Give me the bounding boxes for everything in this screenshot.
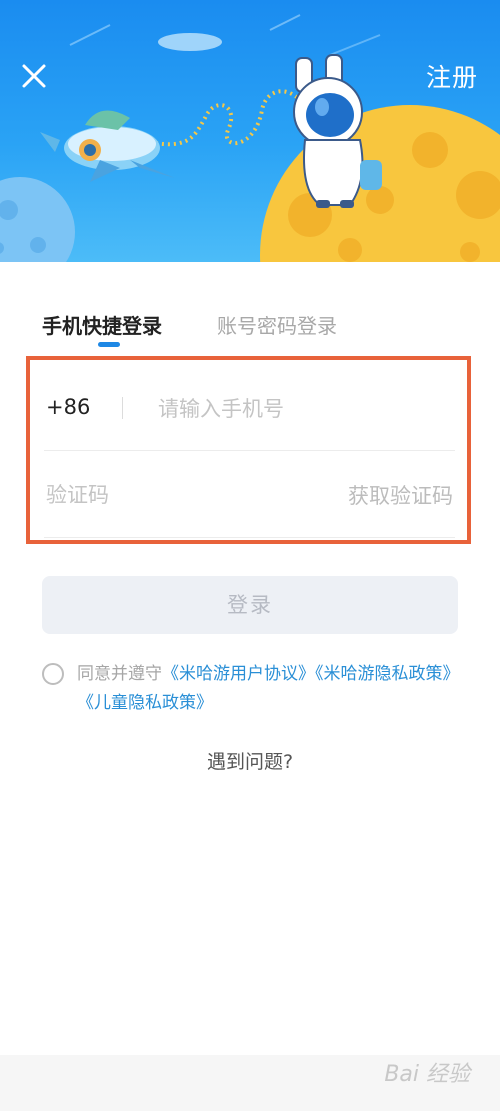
phone-row: +86 xyxy=(44,364,455,451)
spaceship-icon xyxy=(40,110,175,182)
watermark: Bai 经验 xyxy=(384,1062,470,1087)
user-agreement-link[interactable]: 《米哈游用户协议》 xyxy=(162,664,315,684)
verification-code-input[interactable] xyxy=(46,480,226,510)
agreement-checkbox[interactable] xyxy=(42,663,64,685)
space-scene-illustration xyxy=(0,14,500,262)
active-tab-indicator xyxy=(98,342,120,347)
divider xyxy=(122,397,123,419)
register-button[interactable]: 注册 xyxy=(426,58,478,94)
header-illustration: 注册 xyxy=(0,0,500,262)
login-button[interactable]: 登录 xyxy=(42,576,458,634)
login-page: 注册 手机快捷登录 账号密码登录 +86 获取验证码 登录 同意并遵守《米哈游用… xyxy=(0,0,500,1111)
country-code-selector[interactable]: +86 xyxy=(46,395,90,419)
get-code-button[interactable]: 获取验证码 xyxy=(348,480,453,510)
close-icon xyxy=(22,64,46,88)
agreement-text: 同意并遵守《米哈游用户协议》《米哈游隐私政策》《儿童隐私政策》 xyxy=(77,660,467,718)
help-link[interactable]: 遇到问题? xyxy=(0,747,500,774)
privacy-policy-link[interactable]: 《米哈游隐私政策》 xyxy=(315,664,460,684)
login-form-highlight: +86 获取验证码 xyxy=(26,356,471,544)
tab-phone-quick-login[interactable]: 手机快捷登录 xyxy=(42,310,162,339)
phone-input[interactable] xyxy=(158,394,448,424)
tab-account-password-login[interactable]: 账号密码登录 xyxy=(217,310,337,339)
close-button[interactable] xyxy=(18,58,52,92)
agreement-prefix: 同意并遵守 xyxy=(77,664,162,684)
children-privacy-link[interactable]: 《儿童隐私政策》 xyxy=(77,693,213,713)
verification-code-row: 获取验证码 xyxy=(44,451,455,538)
